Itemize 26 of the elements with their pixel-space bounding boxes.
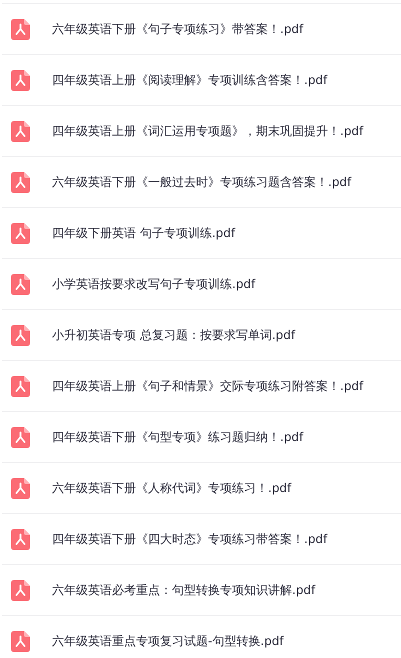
file-name[interactable]: 六年级英语重点专项复习试题-句型转换.pdf — [52, 632, 284, 650]
pdf-file-icon — [11, 222, 30, 244]
pdf-file-icon — [11, 324, 30, 346]
file-name[interactable]: 六年级英语下册《句子专项练习》带答案！.pdf — [52, 20, 304, 38]
pdf-file-icon — [11, 580, 30, 600]
pdf-file-icon — [11, 18, 30, 40]
pdf-file-icon — [11, 172, 30, 192]
pdf-file-icon — [11, 274, 30, 294]
file-name[interactable]: 四年级英语上册《词汇运用专项题》，期末巩固提升！.pdf — [52, 122, 364, 140]
pdf-file-icon — [11, 70, 30, 90]
pdf-file-icon — [11, 630, 30, 652]
file-name[interactable]: 六年级英语下册《人称代词》专项练习！.pdf — [52, 480, 292, 496]
pdf-file-icon — [11, 426, 30, 448]
pdf-file-icon — [11, 376, 30, 396]
file-name[interactable]: 四年级下册英语 句子专项训练.pdf — [52, 224, 236, 242]
pdf-file-icon — [11, 528, 30, 550]
file-name[interactable]: 四年级英语上册《句子和情景》交际专项练习附答案！.pdf — [52, 378, 364, 394]
file-name[interactable]: 四年级英语上册《阅读理解》专项训练含答案！.pdf — [52, 72, 328, 88]
file-name[interactable]: 小学英语按要求改写句子专项训练.pdf — [52, 276, 256, 292]
file-name[interactable]: 六年级英语必考重点：句型转换专项知识讲解.pdf — [52, 582, 316, 598]
file-name[interactable]: 四年级英语下册《四大时态》专项练习带答案！.pdf — [52, 530, 328, 548]
file-name[interactable]: 小升初英语专项 总复习题：按要求写单词.pdf — [52, 326, 296, 344]
pdf-file-icon — [11, 478, 30, 498]
file-name[interactable]: 四年级英语下册《句型专项》练习题归纳！.pdf — [52, 428, 304, 446]
pdf-file-icon — [11, 120, 30, 142]
file-name[interactable]: 六年级英语下册《一般过去时》专项练习题含答案！.pdf — [52, 174, 352, 190]
